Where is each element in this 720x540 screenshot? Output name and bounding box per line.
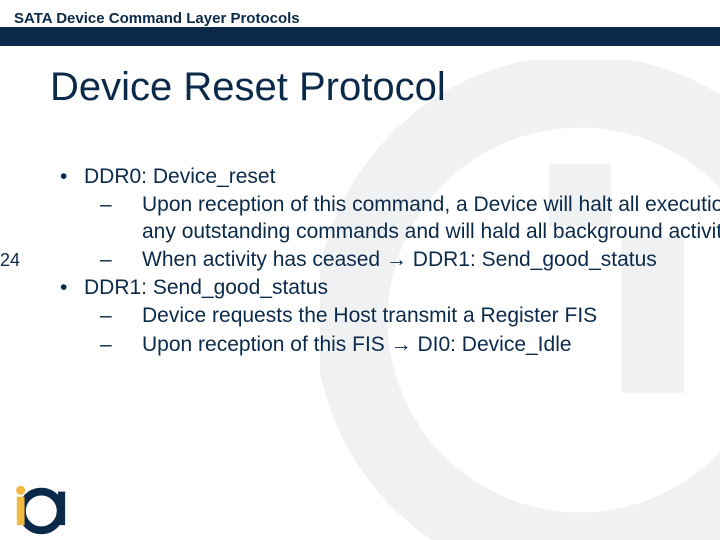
page-number: 24	[0, 250, 720, 271]
sub-item: – Device requests the Host transmit a Re…	[100, 303, 720, 329]
iol-logo-icon	[6, 480, 74, 538]
bullet-item: • DDR1: Send_good_status	[60, 275, 720, 301]
bullet-label: DDR0: Device_reset	[84, 164, 275, 190]
sub-item: – Upon reception of this command, a Devi…	[100, 192, 720, 245]
header-title: SATA Device Command Layer Protocols	[0, 10, 720, 27]
header-bar	[0, 24, 720, 46]
bullet-mark: •	[60, 275, 84, 301]
bullet-mark: •	[60, 164, 84, 190]
dash-mark: –	[100, 332, 142, 358]
sub-text: Device requests the Host transmit a Regi…	[142, 303, 720, 329]
page-title: Device Reset Protocol	[50, 65, 720, 110]
dash-mark: –	[100, 303, 142, 329]
bullet-label: DDR1: Send_good_status	[84, 275, 328, 301]
sub-text: Upon reception of this FIS → DI0: Device…	[142, 332, 720, 358]
bullet-item: • DDR0: Device_reset	[60, 164, 720, 190]
dash-mark: –	[100, 192, 142, 245]
sub-item: – Upon reception of this FIS → DI0: Devi…	[100, 332, 720, 358]
sub-text: Upon reception of this command, a Device…	[142, 192, 720, 245]
